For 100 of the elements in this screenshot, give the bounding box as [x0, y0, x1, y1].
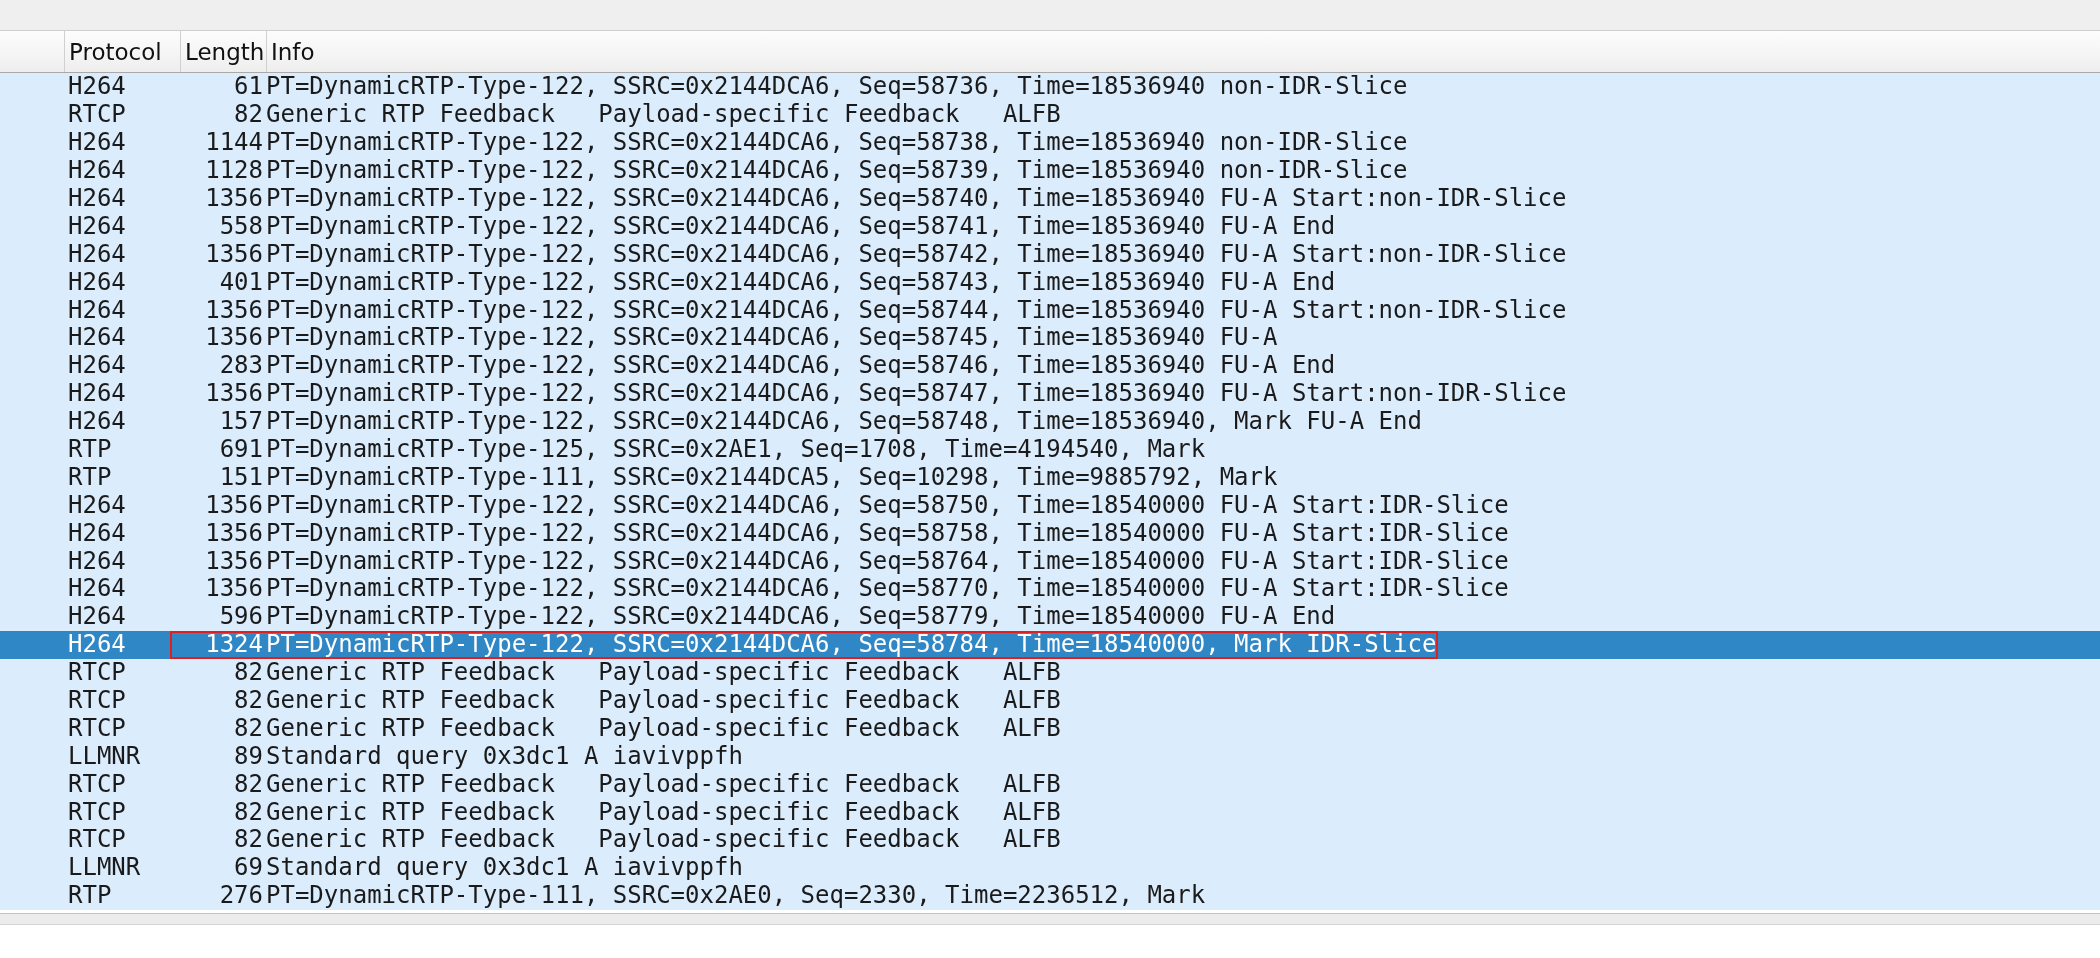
packet-row[interactable]: H264 1356 PT=DynamicRTP-Type-122, SSRC=0x2144DCA6, Seq=58745, Time=18536940 FU-A	[0, 324, 2100, 352]
info-cell-text: PT=DynamicRTP-Type-122, SSRC=0x2144DCA6, Seq=58758, Time=18540000 FU-A Start:IDR-Slice	[266, 519, 1510, 547]
packet-row[interactable]: LLMNR 89 Standard query 0x3dc1 A iavivppfh	[0, 742, 2100, 771]
column-header[interactable]: Length	[180, 31, 266, 72]
packet-row[interactable]: H264 61 PT=DynamicRTP-Type-122, SSRC=0x2144DCA6, Seq=58736, Time=18536940 non-IDR-Slice	[0, 73, 2100, 101]
length-cell-text: 1356	[204, 380, 264, 408]
packet-row[interactable]: H264 1356 PT=DynamicRTP-Type-122, SSRC=0x2144DCA6, Seq=58750, Time=18540000 FU-A Start:IDR-Slice	[0, 491, 2100, 520]
length-cell-text: 1356	[204, 491, 264, 519]
packet-row[interactable]: H264 283 PT=DynamicRTP-Type-122, SSRC=0x2144DCA6, Seq=58746, Time=18536940 FU-A End	[0, 351, 2100, 380]
length-cell-text: 151	[218, 463, 264, 491]
info-cell-text: Generic RTP Feedback Payload-specific Feedback ALFB	[266, 714, 1062, 742]
packet-row[interactable]: H264 1356 PT=DynamicRTP-Type-122, SSRC=0x2144DCA6, Seq=58742, Time=18536940 FU-A Start:non-IDR-Slice	[0, 240, 2100, 269]
info-cell-text: PT=DynamicRTP-Type-122, SSRC=0x2144DCA6, Seq=58747, Time=18536940 FU-A Start:non-IDR-Slice	[266, 380, 1568, 408]
length-cell-text: 1356	[204, 547, 264, 575]
protocol-cell-text: H264	[67, 185, 127, 212]
protocol-cell-text: H264	[67, 380, 127, 408]
packet-row[interactable]: RTCP 82 Generic RTP Feedback Payload-specific Feedback ALFB	[0, 714, 2100, 743]
info-cell-text: PT=DynamicRTP-Type-122, SSRC=0x2144DCA6, Seq=58784, Time=18540000, Mark IDR-Slice	[266, 631, 1438, 659]
protocol-cell-text: H264	[67, 296, 127, 324]
length-cell-text: 1144	[204, 129, 264, 157]
protocol-cell-text: H264	[67, 157, 127, 185]
pane-splitter[interactable]	[0, 912, 2100, 925]
protocol-cell-text: LLMNR	[67, 854, 142, 882]
protocol-cell-text: RTCP	[67, 826, 127, 854]
protocol-cell-text: H264	[67, 240, 127, 268]
length-cell-text: 82	[233, 770, 264, 798]
protocol-cell-text: RTP	[67, 882, 113, 910]
column-header[interactable]: Protocol	[64, 31, 180, 72]
packet-row[interactable]: RTP 276 PT=DynamicRTP-Type-111, SSRC=0x2AE0, Seq=2330, Time=2236512, Mark	[0, 881, 2100, 910]
info-cell-text: Generic RTP Feedback Payload-specific Feedback ALFB	[266, 798, 1062, 826]
length-cell-text: 1356	[204, 185, 264, 212]
protocol-cell-text: H264	[67, 212, 127, 240]
protocol-cell-text: H264	[67, 631, 127, 659]
packet-row[interactable]: RTP 151 PT=DynamicRTP-Type-111, SSRC=0x2144DCA5, Seq=10298, Time=9885792, Mark	[0, 463, 2100, 492]
packet-row[interactable]: H264 1356 PT=DynamicRTP-Type-122, SSRC=0x2144DCA6, Seq=58747, Time=18536940 FU-A Start:non-IDR-Slice	[0, 379, 2100, 408]
protocol-cell-text: H264	[67, 408, 127, 436]
column-header[interactable]: Info	[266, 31, 2100, 72]
packet-row[interactable]: H264 157 PT=DynamicRTP-Type-122, SSRC=0x2144DCA6, Seq=58748, Time=18536940, Mark FU-A End	[0, 407, 2100, 436]
packet-row[interactable]: H264 1356 PT=DynamicRTP-Type-122, SSRC=0x2144DCA6, Seq=58740, Time=18536940 FU-A Start:non-IDR-Slice	[0, 184, 2100, 213]
packet-row[interactable]: RTCP 82 Generic RTP Feedback Payload-specific Feedback ALFB	[0, 686, 2100, 715]
length-cell-text: 401	[218, 268, 264, 296]
info-cell-text: Generic RTP Feedback Payload-specific Feedback ALFB	[266, 826, 1062, 854]
packet-row[interactable]: RTCP 82 Generic RTP Feedback Payload-specific Feedback ALFB	[0, 100, 2100, 129]
length-cell-text: 82	[233, 687, 264, 715]
info-cell-text: PT=DynamicRTP-Type-122, SSRC=0x2144DCA6, Seq=58742, Time=18536940 FU-A Start:non-IDR-Slice	[266, 240, 1568, 268]
length-cell-text: 82	[233, 826, 264, 854]
info-cell-text: Generic RTP Feedback Payload-specific Feedback ALFB	[266, 687, 1062, 715]
length-cell-text: 82	[233, 798, 264, 826]
protocol-cell-text: H264	[67, 352, 127, 380]
info-cell-text: PT=DynamicRTP-Type-122, SSRC=0x2144DCA6, Seq=58740, Time=18536940 FU-A Start:non-IDR-Slice	[266, 185, 1568, 212]
length-cell-text: 157	[218, 408, 264, 436]
protocol-cell-text: H264	[67, 73, 127, 101]
packet-row[interactable]: H264 1356 PT=DynamicRTP-Type-122, SSRC=0x2144DCA6, Seq=58770, Time=18540000 FU-A Start:IDR-Slice	[0, 575, 2100, 603]
info-cell-text: Generic RTP Feedback Payload-specific Feedback ALFB	[266, 659, 1062, 687]
info-cell-text: PT=DynamicRTP-Type-122, SSRC=0x2144DCA6, Seq=58745, Time=18536940 FU-A	[266, 324, 1279, 352]
packet-row[interactable]: RTP 691 PT=DynamicRTP-Type-125, SSRC=0x2AE1, Seq=1708, Time=4194540, Mark	[0, 435, 2100, 464]
info-cell-text: PT=DynamicRTP-Type-122, SSRC=0x2144DCA6, Seq=58770, Time=18540000 FU-A Start:IDR-Slice	[266, 575, 1510, 603]
protocol-cell-text: H264	[67, 129, 127, 157]
packet-row[interactable]: H264 1356 PT=DynamicRTP-Type-122, SSRC=0x2144DCA6, Seq=58764, Time=18540000 FU-A Start:IDR-Slice	[0, 547, 2100, 576]
packet-row[interactable]: RTCP 82 Generic RTP Feedback Payload-specific Feedback ALFB	[0, 798, 2100, 827]
protocol-cell-text: H264	[67, 491, 127, 519]
protocol-cell-text: H264	[67, 575, 127, 603]
info-cell-text: PT=DynamicRTP-Type-125, SSRC=0x2AE1, Seq=1708, Time=4194540, Mark	[266, 436, 1207, 463]
length-cell-text: 283	[218, 352, 264, 380]
packet-row[interactable]: H264 1356 PT=DynamicRTP-Type-122, SSRC=0x2144DCA6, Seq=58744, Time=18536940 FU-A Start:non-IDR-Slice	[0, 296, 2100, 324]
length-cell-text: 89	[233, 742, 264, 770]
info-cell-text: PT=DynamicRTP-Type-122, SSRC=0x2144DCA6, Seq=58736, Time=18536940 non-IDR-Slice	[266, 73, 1409, 101]
info-cell-text: PT=DynamicRTP-Type-122, SSRC=0x2144DCA6, Seq=58741, Time=18536940 FU-A End	[266, 212, 1337, 240]
packet-row[interactable]: H264 1324 PT=DynamicRTP-Type-122, SSRC=0x2144DCA6, Seq=58784, Time=18540000, Mark IDR-Slice	[0, 630, 2100, 659]
length-cell-text: 1356	[204, 296, 264, 324]
info-cell-text: PT=DynamicRTP-Type-122, SSRC=0x2144DCA6, Seq=58779, Time=18540000 FU-A End	[266, 603, 1337, 631]
info-cell-text: PT=DynamicRTP-Type-111, SSRC=0x2144DCA5, Seq=10298, Time=9885792, Mark	[266, 463, 1279, 491]
packet-row[interactable]: H264 596 PT=DynamicRTP-Type-122, SSRC=0x2144DCA6, Seq=58779, Time=18540000 FU-A End	[0, 602, 2100, 631]
protocol-cell-text: RTCP	[67, 101, 127, 129]
info-cell-text: Standard query 0x3dc1 A iavivppfh	[266, 742, 744, 770]
protocol-cell-text: RTP	[67, 436, 113, 463]
packet-row[interactable]: H264 558 PT=DynamicRTP-Type-122, SSRC=0x2144DCA6, Seq=58741, Time=18536940 FU-A End	[0, 212, 2100, 241]
info-cell-text: PT=DynamicRTP-Type-122, SSRC=0x2144DCA6, Seq=58744, Time=18536940 FU-A Start:non-IDR-Slice	[266, 296, 1568, 324]
info-cell-text: PT=DynamicRTP-Type-111, SSRC=0x2AE0, Seq=2330, Time=2236512, Mark	[266, 882, 1207, 910]
length-cell-text: 1356	[204, 240, 264, 268]
info-cell-text: PT=DynamicRTP-Type-122, SSRC=0x2144DCA6, Seq=58746, Time=18536940 FU-A End	[266, 352, 1337, 380]
length-cell-text: 82	[233, 659, 264, 687]
packet-row[interactable]: H264 1144 PT=DynamicRTP-Type-122, SSRC=0x2144DCA6, Seq=58738, Time=18536940 non-IDR-Slice	[0, 128, 2100, 157]
protocol-cell-text: H264	[67, 268, 127, 296]
protocol-cell-text: RTP	[67, 463, 113, 491]
length-cell-text: 1356	[204, 324, 264, 352]
info-cell-text: Generic RTP Feedback Payload-specific Feedback ALFB	[266, 101, 1062, 129]
packet-row[interactable]: H264 401 PT=DynamicRTP-Type-122, SSRC=0x2144DCA6, Seq=58743, Time=18536940 FU-A End	[0, 268, 2100, 297]
packet-row[interactable]: H264 1128 PT=DynamicRTP-Type-122, SSRC=0x2144DCA6, Seq=58739, Time=18536940 non-IDR-Slice	[0, 156, 2100, 185]
packet-row[interactable]: RTCP 82 Generic RTP Feedback Payload-specific Feedback ALFB	[0, 658, 2100, 687]
packet-row[interactable]: H264 1356 PT=DynamicRTP-Type-122, SSRC=0x2144DCA6, Seq=58758, Time=18540000 FU-A Start:IDR-Slice	[0, 519, 2100, 548]
packet-row[interactable]: RTCP 82 Generic RTP Feedback Payload-specific Feedback ALFB	[0, 770, 2100, 799]
protocol-cell-text: H264	[67, 603, 127, 631]
packet-row[interactable]: RTCP 82 Generic RTP Feedback Payload-specific Feedback ALFB	[0, 826, 2100, 854]
protocol-cell-text: RTCP	[67, 687, 127, 715]
length-cell-text: 1356	[204, 575, 264, 603]
info-cell-text: PT=DynamicRTP-Type-122, SSRC=0x2144DCA6, Seq=58743, Time=18536940 FU-A End	[266, 268, 1337, 296]
packet-row[interactable]: LLMNR 69 Standard query 0x3dc1 A iavivppfh	[0, 853, 2100, 882]
length-cell-text: 82	[233, 714, 264, 742]
info-cell-text: PT=DynamicRTP-Type-122, SSRC=0x2144DCA6, Seq=58764, Time=18540000 FU-A Start:IDR-Slice	[266, 547, 1510, 575]
